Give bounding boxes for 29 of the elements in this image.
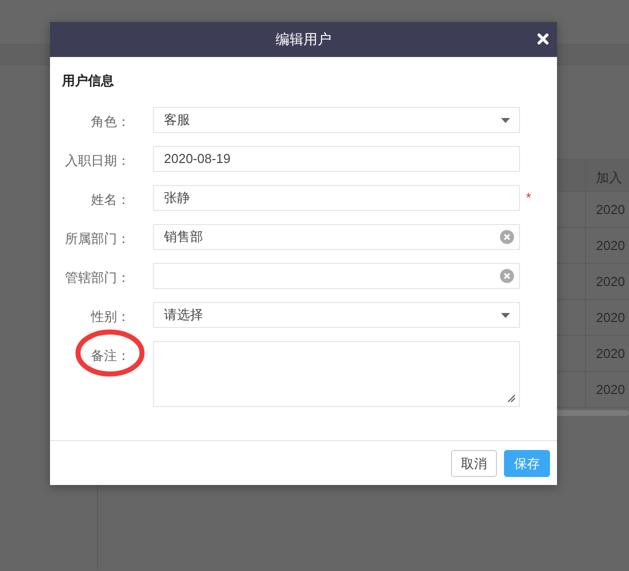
input-field[interactable]: 销售部	[153, 224, 520, 250]
resize-grip-icon[interactable]	[507, 394, 515, 402]
close-icon[interactable]	[537, 33, 549, 45]
caret-icon	[501, 118, 510, 122]
table-cell: 2020	[585, 336, 629, 371]
field-label: 入职日期：	[65, 152, 130, 168]
input-field[interactable]: 张静	[153, 184, 520, 210]
cancel-button[interactable]: 取消	[451, 450, 497, 476]
table-cell: 2020	[585, 372, 629, 407]
field-label: 管辖部门：	[65, 270, 130, 284]
input-field[interactable]: 2020-08-19	[153, 146, 520, 172]
field-label: 姓名：	[91, 192, 130, 206]
field-label: 所属部门：	[65, 230, 130, 246]
input-field[interactable]	[153, 262, 520, 288]
field-label: 角色：	[91, 114, 130, 128]
dropdown[interactable]: 客服	[153, 106, 520, 132]
field-label: 备注：	[91, 348, 130, 362]
table-cell: 2020	[585, 300, 629, 335]
caret-icon	[501, 312, 510, 318]
table-cell: 2020	[585, 264, 629, 299]
field-label: 性别：	[91, 308, 130, 324]
dropdown[interactable]: 请选择	[153, 302, 520, 328]
table-cell: 2020	[585, 192, 629, 227]
table-cell: 2020	[585, 228, 629, 263]
clear-icon[interactable]	[500, 230, 514, 244]
clear-icon[interactable]	[500, 268, 514, 282]
section-title: 用户信息	[62, 72, 115, 90]
required-mark: *	[526, 188, 532, 206]
dialog-title: 编辑用户	[276, 30, 332, 49]
